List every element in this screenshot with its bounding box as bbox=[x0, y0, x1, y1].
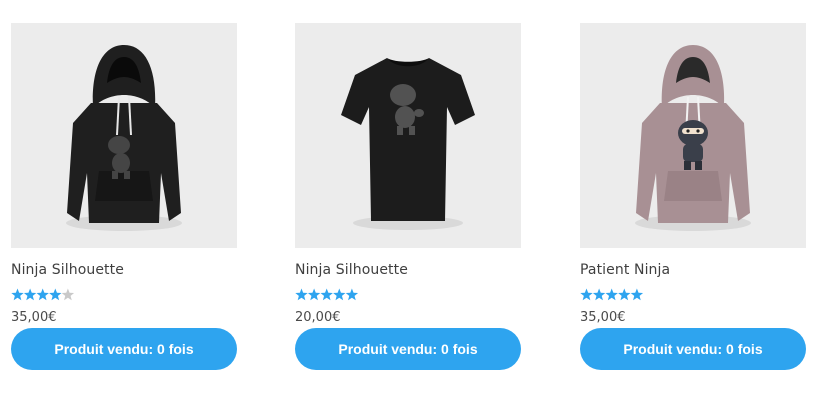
product-price: 20,00€ bbox=[295, 310, 341, 325]
product-price: 35,00€ bbox=[11, 310, 57, 325]
sold-count-button[interactable]: Produit vendu: 0 fois bbox=[580, 328, 806, 370]
sold-count-button[interactable]: Produit vendu: 0 fois bbox=[295, 328, 521, 370]
star-filled-icon bbox=[580, 288, 593, 301]
tshirt-image bbox=[341, 58, 475, 230]
sold-count-button[interactable]: Produit vendu: 0 fois bbox=[11, 328, 237, 370]
star-filled-icon bbox=[605, 288, 618, 301]
product-card: Ninja Silhouette 20,00€ Produit vendu: 0… bbox=[295, 0, 521, 412]
star-filled-icon bbox=[592, 288, 606, 301]
star-filled-icon bbox=[345, 288, 359, 301]
rating-stars bbox=[580, 288, 646, 301]
hoodie-image bbox=[66, 45, 182, 231]
product-card: Patient Ninja 35,00€ Produit vendu: 0 fo… bbox=[580, 0, 806, 412]
product-title[interactable]: Ninja Silhouette bbox=[295, 262, 408, 278]
star-filled-icon bbox=[320, 288, 333, 301]
product-title[interactable]: Ninja Silhouette bbox=[11, 262, 124, 278]
product-image[interactable] bbox=[295, 23, 521, 248]
star-filled-icon bbox=[618, 288, 631, 301]
star-filled-icon bbox=[36, 288, 49, 301]
star-filled-icon bbox=[630, 288, 644, 301]
product-image[interactable] bbox=[580, 23, 806, 248]
star-filled-icon bbox=[49, 288, 62, 301]
star-filled-icon bbox=[23, 288, 37, 301]
product-image[interactable] bbox=[11, 23, 237, 248]
star-filled-icon bbox=[11, 288, 24, 301]
product-title[interactable]: Patient Ninja bbox=[580, 262, 670, 278]
star-filled-icon bbox=[333, 288, 346, 301]
rating-stars bbox=[11, 288, 77, 301]
hoodie-image bbox=[635, 45, 751, 231]
product-card: Ninja Silhouette 35,00€ Produit vendu: 0… bbox=[11, 0, 237, 412]
rating-stars bbox=[295, 288, 361, 301]
star-filled-icon bbox=[307, 288, 321, 301]
product-price: 35,00€ bbox=[580, 310, 626, 325]
star-empty-icon bbox=[61, 288, 75, 301]
star-filled-icon bbox=[295, 288, 308, 301]
